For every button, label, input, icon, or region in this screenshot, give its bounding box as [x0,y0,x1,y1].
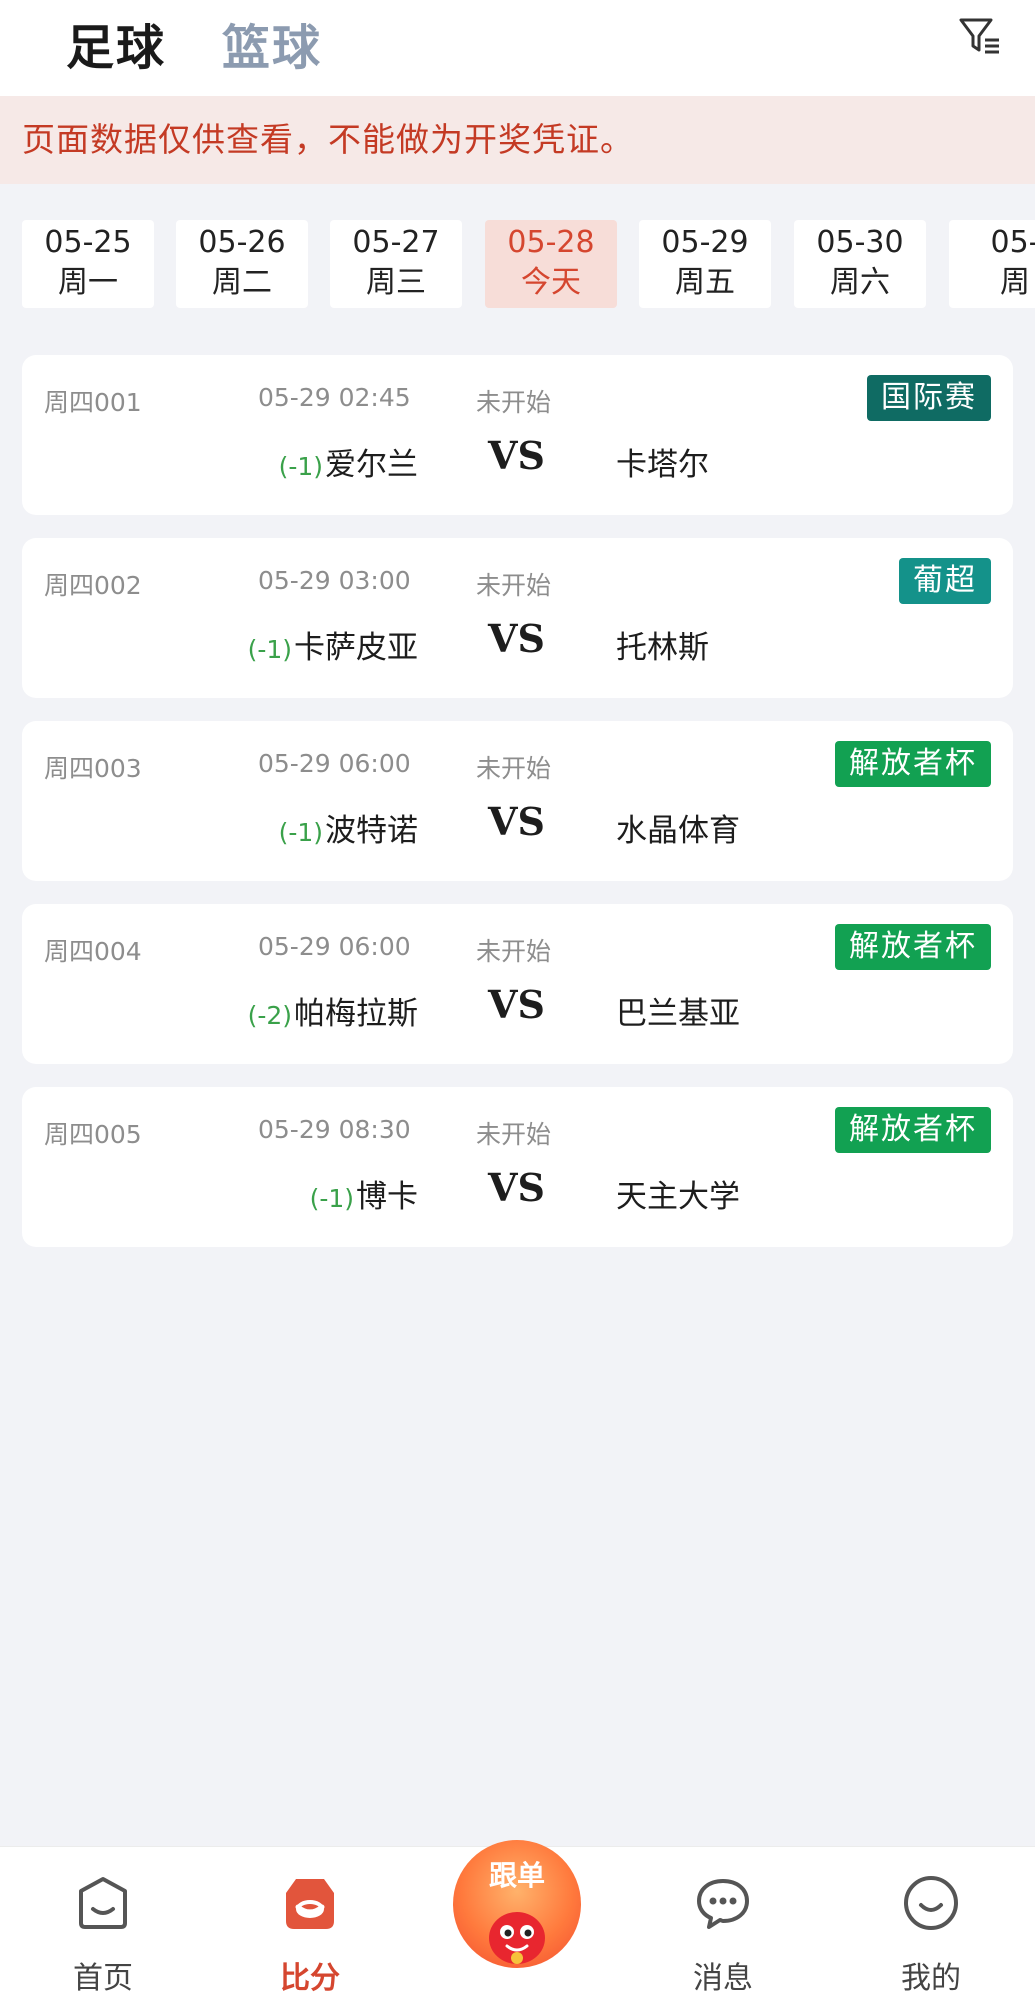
disclaimer-notice: 页面数据仅供查看，不能做为开奖凭证。 [0,96,1035,184]
match-time: 05-29 06:00 [258,932,411,961]
handicap: (-1) [278,818,323,847]
league-badge: 国际赛 [867,375,991,421]
league-badge: 解放者杯 [835,741,991,787]
date-label: 05- [990,225,1035,260]
match-card[interactable]: 周四002 05-29 03:00 未开始 葡超 (-1)卡萨皮亚 VS 托林斯 [22,538,1013,698]
match-card[interactable]: 周四004 05-29 06:00 未开始 解放者杯 (-2)帕梅拉斯 VS 巴… [22,904,1013,1064]
match-time: 05-29 03:00 [258,566,411,595]
nav-messages[interactable]: 消息 [648,1847,798,2000]
match-code: 周四003 [44,754,142,783]
score-icon [286,1879,334,1929]
home-team-name: 帕梅拉斯 [294,996,418,1032]
home-icon [79,1877,127,1929]
league-badge: 解放者杯 [835,1107,991,1153]
match-code: 周四004 [44,937,142,966]
away-team-name: 托林斯 [616,630,709,666]
date-item-2[interactable]: 05-27 周三 [330,220,462,308]
handicap: (-1) [247,635,292,664]
away-team-name: 巴兰基亚 [616,996,740,1032]
weekday-label: 周六 [830,265,890,300]
nav-home-label: 首页 [73,1961,133,1996]
match-time: 05-29 08:30 [258,1115,411,1144]
follow-order-label: 跟单 [488,1859,545,1892]
handicap: (-2) [247,1001,292,1030]
date-item-5[interactable]: 05-30 周六 [794,220,926,308]
chat-icon [697,1879,749,1929]
nav-me-label: 我的 [901,1961,961,1996]
smile-icon [904,1876,958,1930]
follow-order-button[interactable]: 跟单 [453,1840,581,1968]
match-status: 未开始 [476,571,552,600]
date-label: 05-28 [507,225,595,260]
match-card[interactable]: 周四005 05-29 08:30 未开始 解放者杯 (-1)博卡 VS 天主大… [22,1087,1013,1247]
home-team-name: 波特诺 [325,813,418,849]
home-team-name: 爱尔兰 [325,447,418,483]
date-strip: 05-25 周一 05-26 周二 05-27 周三 05-28 今天 05-2… [0,220,1035,308]
weekday-label: 今天 [521,265,581,300]
match-status: 未开始 [476,1120,552,1149]
date-item-0[interactable]: 05-25 周一 [22,220,154,308]
date-item-1[interactable]: 05-26 周二 [176,220,308,308]
home-team-name: 博卡 [356,1179,418,1215]
nav-home[interactable]: 首页 [28,1847,178,2000]
top-bar: 足球 篮球 [0,0,1035,96]
weekday-label: 周五 [675,265,735,300]
home-team: (-1)博卡 [310,1171,418,1216]
handicap: (-1) [309,1184,354,1213]
date-item-today[interactable]: 05-28 今天 [485,220,617,308]
vs-label: VS [488,799,545,844]
vs-label: VS [488,982,545,1027]
league-badge: 解放者杯 [835,924,991,970]
weekday-label: 周 [1000,265,1030,300]
home-team: (-1)卡萨皮亚 [248,622,418,667]
away-team-name: 天主大学 [616,1179,740,1215]
home-team: (-1)爱尔兰 [279,439,418,484]
mascot-icon [489,1912,545,1964]
date-item-4[interactable]: 05-29 周五 [639,220,771,308]
match-code: 周四005 [44,1120,142,1149]
match-code: 周四001 [44,388,142,417]
date-label: 05-30 [816,225,904,260]
match-card[interactable]: 周四003 05-29 06:00 未开始 解放者杯 (-1)波特诺 VS 水晶… [22,721,1013,881]
date-label: 05-27 [352,225,440,260]
away-team-name: 卡塔尔 [616,447,709,483]
nav-me[interactable]: 我的 [856,1847,1006,2000]
nav-score[interactable]: 比分 [235,1847,385,2000]
match-time: 05-29 02:45 [258,383,411,412]
vs-label: VS [488,1165,545,1210]
vs-label: VS [488,616,545,661]
vs-label: VS [488,433,545,478]
tab-basketball[interactable]: 篮球 [222,8,322,78]
date-item-6[interactable]: 05- 周 [949,220,1035,308]
weekday-label: 周一 [58,265,118,300]
home-team: (-1)波特诺 [279,805,418,850]
match-code: 周四002 [44,571,142,600]
tab-football[interactable]: 足球 [66,8,166,78]
date-label: 05-29 [661,225,749,260]
nav-messages-label: 消息 [693,1961,753,1996]
match-card[interactable]: 周四001 05-29 02:45 未开始 国际赛 (-1)爱尔兰 VS 卡塔尔 [22,355,1013,515]
match-status: 未开始 [476,754,552,783]
filter-icon[interactable] [955,12,1003,60]
match-time: 05-29 06:00 [258,749,411,778]
away-team-name: 水晶体育 [616,813,740,849]
home-team: (-2)帕梅拉斯 [248,988,418,1033]
weekday-label: 周二 [212,265,272,300]
weekday-label: 周三 [366,265,426,300]
league-badge: 葡超 [899,558,991,604]
date-label: 05-26 [198,225,286,260]
home-team-name: 卡萨皮亚 [294,630,418,666]
match-status: 未开始 [476,388,552,417]
match-status: 未开始 [476,937,552,966]
date-label: 05-25 [44,225,132,260]
handicap: (-1) [278,452,323,481]
nav-score-label: 比分 [280,1961,340,1996]
